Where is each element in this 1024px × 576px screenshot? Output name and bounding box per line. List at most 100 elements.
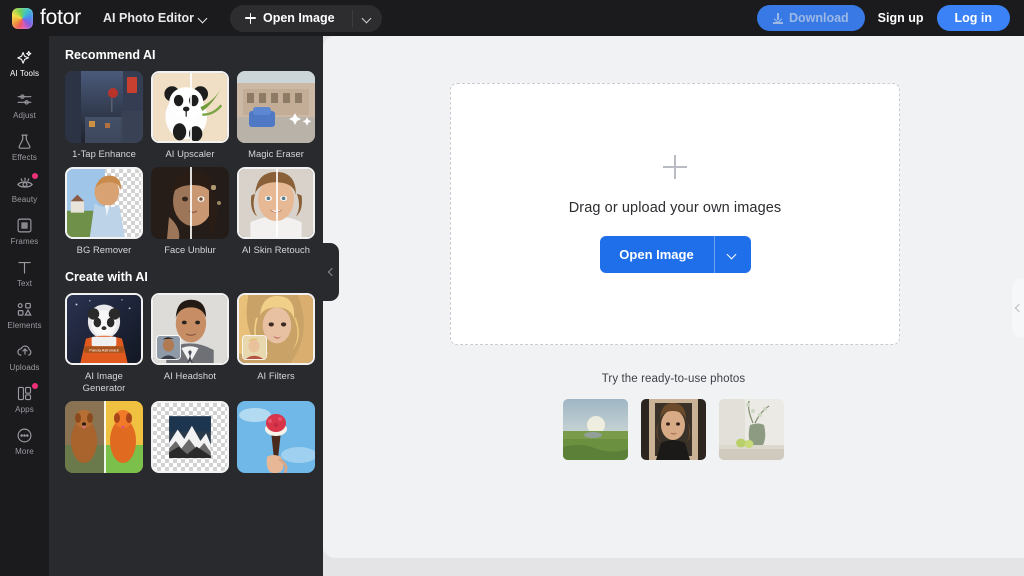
chevron-left-icon — [1014, 304, 1022, 312]
notification-badge — [32, 383, 38, 389]
tile-ai-image-generator[interactable]: Panda Astronaut AI Image Generator — [65, 293, 143, 394]
fotor-editor-window: fotor AI Photo Editor Open Image Downloa… — [0, 0, 1024, 576]
tile-label: AI Skin Retouch — [242, 244, 310, 255]
app-switcher[interactable]: AI Photo Editor — [103, 11, 208, 25]
tile-label: AI Upscaler — [165, 148, 215, 159]
plus-icon — [245, 12, 256, 24]
tile-thumbnail — [65, 167, 143, 239]
sidebar-item-effects[interactable]: Effects — [0, 126, 49, 168]
download-icon — [772, 12, 783, 24]
fotor-logo-icon — [12, 7, 33, 29]
notification-badge — [32, 173, 38, 179]
svg-text:Panda Astronaut: Panda Astronaut — [89, 347, 119, 352]
tile-thumbnail: Panda Astronaut — [65, 293, 143, 365]
tile-label: Magic Eraser — [248, 148, 304, 159]
sidebar-item-elements[interactable]: Elements — [0, 294, 49, 336]
log-in-button[interactable]: Log in — [936, 5, 1010, 31]
chevron-down-icon — [728, 250, 737, 259]
panel-collapse-handle[interactable] — [323, 243, 339, 301]
image-dropzone[interactable]: Drag or upload your own images Open Imag… — [450, 83, 900, 345]
canvas-collapse-handle[interactable] — [1012, 279, 1024, 337]
open-image-button[interactable]: Open Image — [599, 236, 751, 273]
download-button[interactable]: Download — [756, 5, 865, 31]
header-open-image-main[interactable]: Open Image — [230, 5, 352, 32]
header-actions: Download Sign up Log in — [756, 5, 1010, 31]
fotor-logo[interactable]: fotor — [12, 6, 81, 30]
sidebar-item-text[interactable]: Text — [0, 252, 49, 294]
tile-bg-remover[interactable]: BG Remover — [65, 167, 143, 256]
tile-ai-filters[interactable]: AI Filters — [237, 293, 315, 394]
header-open-image-button[interactable]: Open Image — [230, 4, 382, 32]
tile-thumbnail — [237, 401, 315, 473]
tile-thumbnail — [237, 293, 315, 365]
ready-photo-vase-still-life[interactable] — [719, 399, 784, 460]
tile-magic-eraser[interactable]: Magic Eraser — [237, 71, 315, 160]
sidebar-item-more[interactable]: More — [0, 420, 49, 462]
ellipsis-circle-icon — [16, 426, 34, 444]
tile-inset-thumbnail — [156, 335, 181, 360]
tile-face-unblur[interactable]: Face Unblur — [151, 167, 229, 256]
app-switcher-label: AI Photo Editor — [103, 11, 194, 25]
sidebar-label: AI Tools — [9, 69, 40, 78]
sidebar-label: More — [15, 447, 34, 456]
sidebar-label: Effects — [11, 153, 37, 162]
brand-name: fotor — [40, 6, 82, 29]
sidebar-label: Text — [16, 279, 33, 288]
ready-photo-field-landscape[interactable] — [563, 399, 628, 460]
sidebar-item-frames[interactable]: Frames — [0, 210, 49, 252]
tile-thumbnail — [65, 71, 143, 143]
sidebar-item-uploads[interactable]: Uploads — [0, 336, 49, 378]
top-header-bar: fotor AI Photo Editor Open Image Downloa… — [0, 0, 1024, 36]
sidebar-item-apps[interactable]: Apps — [0, 378, 49, 420]
download-label: Download — [788, 11, 849, 25]
recommend-ai-grid: 1-Tap Enhance AI Upscaler Magic Eraser B… — [65, 71, 317, 256]
tile-thumbnail — [151, 71, 229, 143]
tile-thumbnail — [151, 401, 229, 473]
tile-thumbnail — [151, 167, 229, 239]
sidebar-label: Beauty — [11, 195, 38, 204]
tile-ai-upscaler[interactable]: AI Upscaler — [151, 71, 229, 160]
tile-label: AI Headshot — [163, 370, 217, 381]
sidebar-item-adjust[interactable]: Adjust — [0, 84, 49, 126]
text-icon — [16, 258, 34, 276]
tile-ai-skin-retouch[interactable]: AI Skin Retouch — [237, 167, 315, 256]
tile-extra-2[interactable] — [151, 401, 229, 478]
chevron-down-icon — [363, 14, 372, 23]
header-open-image-label: Open Image — [263, 11, 335, 25]
create-with-ai-grid: Panda Astronaut AI Image Generator AI He… — [65, 293, 317, 478]
sidebar-label: Elements — [7, 321, 42, 330]
tile-1-tap-enhance[interactable]: 1-Tap Enhance — [65, 71, 143, 160]
sidebar-item-beauty[interactable]: Beauty — [0, 168, 49, 210]
upload-cloud-icon — [16, 342, 34, 360]
apps-grid-icon — [16, 384, 34, 402]
shapes-icon — [16, 300, 34, 318]
section-title-create: Create with AI — [65, 270, 148, 284]
plus-icon — [663, 155, 687, 179]
eye-icon — [16, 174, 34, 192]
ready-photos-row — [323, 399, 1024, 460]
left-tool-rail: AI Tools Adjust Effects Beauty Frames Te… — [0, 36, 49, 576]
sidebar-label: Frames — [10, 237, 39, 246]
tile-thumbnail — [151, 293, 229, 365]
tile-label: Face Unblur — [164, 244, 216, 255]
open-image-dropdown[interactable] — [715, 236, 751, 273]
ready-photo-portrait-woman[interactable] — [641, 399, 706, 460]
tile-extra-3[interactable] — [237, 401, 315, 478]
tile-extra-1[interactable] — [65, 401, 143, 478]
section-title-recommend: Recommend AI — [65, 48, 156, 62]
chevron-down-icon — [199, 14, 208, 23]
chevron-left-icon — [327, 268, 335, 276]
open-image-label[interactable]: Open Image — [600, 236, 714, 273]
sidebar-item-ai-tools[interactable]: AI Tools — [0, 42, 49, 84]
tile-ai-headshot[interactable]: AI Headshot — [151, 293, 229, 394]
sidebar-label: Uploads — [9, 363, 40, 372]
tile-thumbnail — [237, 167, 315, 239]
canvas-surface: Drag or upload your own images Open Imag… — [323, 36, 1024, 558]
sparkle-icon — [16, 48, 34, 66]
sign-up-button[interactable]: Sign up — [876, 11, 926, 25]
sidebar-label: Adjust — [13, 111, 36, 120]
header-open-image-dropdown[interactable] — [353, 5, 382, 32]
sidebar-label: Apps — [15, 405, 34, 414]
dropzone-label: Drag or upload your own images — [568, 200, 782, 216]
tile-label: AI Image Generator — [82, 370, 126, 393]
